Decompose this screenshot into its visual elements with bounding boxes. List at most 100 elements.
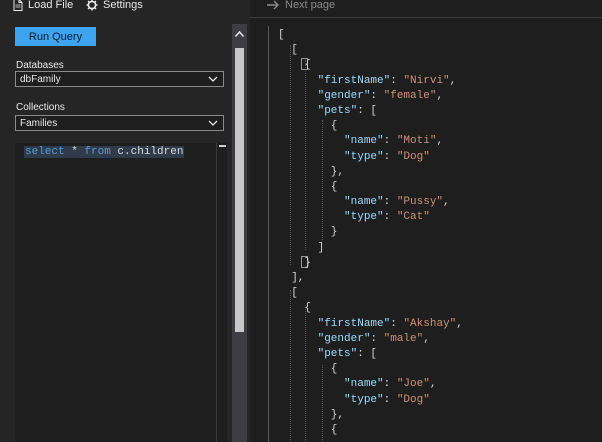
json-key: "type": [344, 393, 384, 406]
collections-value: Families: [20, 117, 58, 129]
toolbar-divider: [250, 17, 602, 18]
json-punct: :: [390, 74, 404, 87]
json-punct: [278, 196, 344, 208]
sql-text: c.children: [110, 146, 184, 158]
json-punct: {: [278, 363, 338, 376]
toolbar: Load File Settings: [0, 0, 250, 16]
json-punct: ,: [436, 135, 444, 148]
sql-keyword: select: [25, 146, 65, 158]
json-line: },: [278, 165, 463, 180]
json-line: "firstName": "Akshay",: [278, 317, 463, 332]
json-string: "Akshay": [403, 317, 457, 330]
json-line: [: [278, 28, 463, 43]
json-punct: [278, 211, 344, 223]
json-punct: }: [278, 226, 338, 239]
json-line: }: [278, 256, 463, 271]
panel-scroll-thumb[interactable]: [235, 48, 244, 332]
load-file-button[interactable]: Load File: [13, 0, 73, 12]
editor-scroll-thumb[interactable]: [219, 145, 226, 147]
json-line: },: [278, 408, 463, 423]
json-punct: :: [383, 211, 397, 224]
json-line: "name": "Moti",: [278, 134, 463, 149]
chevron-down-icon: [208, 120, 218, 126]
editor-scrollbar[interactable]: [216, 143, 227, 442]
settings-label: Settings: [103, 0, 143, 11]
json-line: [: [278, 286, 463, 301]
json-punct: [: [278, 29, 285, 41]
json-punct: },: [278, 165, 345, 178]
query-text[interactable]: select * from c.children: [24, 146, 185, 158]
collections-select[interactable]: Families: [15, 115, 224, 131]
json-key: "gender": [317, 332, 371, 345]
document-icon: [13, 0, 23, 11]
json-line: "name": "Joe",: [278, 377, 463, 392]
json-line: {: [278, 423, 463, 438]
json-line: "pets": [: [278, 104, 463, 119]
app-window: Load File Settings Run Query Databases d…: [0, 0, 602, 442]
json-punct: ,: [443, 196, 450, 209]
load-file-label: Load File: [28, 0, 74, 11]
run-query-button[interactable]: Run Query: [15, 27, 96, 46]
json-key: "pets": [317, 104, 358, 117]
json-line: ],: [278, 271, 463, 286]
json-string: "Moti": [396, 135, 437, 148]
json-punct: : [: [357, 104, 378, 117]
next-page-label: Next page: [285, 0, 336, 11]
json-line: {: [278, 58, 463, 73]
json-punct: [278, 394, 344, 406]
query-editor[interactable]: select * from c.children: [15, 143, 227, 442]
databases-label: Databases: [16, 60, 64, 71]
json-punct: [278, 318, 318, 330]
json-results[interactable]: [ [ { "firstName": "Nirvi", "gender": "f…: [278, 28, 463, 438]
json-line: }: [278, 225, 463, 240]
json-punct: {: [278, 59, 312, 72]
json-punct: ,: [449, 74, 457, 87]
next-page-button[interactable]: Next page: [266, 0, 335, 12]
json-punct: {: [278, 302, 312, 315]
json-key: "gender": [317, 89, 371, 102]
json-punct: :: [383, 150, 397, 163]
json-punct: :: [383, 393, 397, 406]
settings-button[interactable]: Settings: [86, 0, 143, 12]
json-punct: [278, 135, 344, 147]
json-punct: [278, 75, 318, 87]
json-punct: {: [278, 423, 338, 436]
json-string: "Pussy": [396, 196, 444, 209]
scroll-up-arrow-icon[interactable]: [234, 30, 245, 38]
json-line: "name": "Pussy",: [278, 195, 463, 210]
json-punct: [278, 90, 318, 102]
json-line: "pets": [: [278, 347, 463, 362]
json-punct: : [: [357, 347, 378, 360]
json-key: "type": [344, 150, 384, 163]
json-punct: :: [383, 378, 397, 391]
json-punct: [: [278, 44, 298, 57]
json-line: "type": "Dog": [278, 393, 463, 408]
json-line: "gender": "female",: [278, 89, 463, 104]
json-punct: },: [278, 408, 345, 421]
databases-select[interactable]: dbFamily: [15, 71, 224, 87]
results-border: [268, 26, 269, 442]
json-key: "firstName": [317, 74, 391, 87]
json-punct: :: [383, 135, 397, 148]
json-key: "name": [344, 196, 384, 209]
json-punct: [278, 378, 344, 390]
json-punct: :: [383, 196, 397, 209]
json-line: "gender": "male",: [278, 332, 463, 347]
panel-scrollbar[interactable]: [232, 24, 247, 442]
databases-value: dbFamily: [20, 73, 61, 85]
json-line: "firstName": "Nirvi",: [278, 74, 463, 89]
json-punct: ,: [429, 378, 437, 391]
json-punct: ],: [278, 272, 305, 284]
sql-keyword: from: [84, 146, 111, 158]
json-punct: {: [278, 120, 338, 133]
json-punct: ,: [423, 332, 430, 345]
json-punct: :: [370, 89, 384, 102]
json-line: "type": "Cat": [278, 210, 463, 225]
json-string: "female": [383, 89, 437, 102]
json-line: "type": "Dog": [278, 150, 463, 165]
json-string: "Dog": [396, 150, 430, 163]
json-line: {: [278, 301, 463, 316]
json-string: "Joe": [396, 378, 430, 391]
json-punct: [278, 105, 318, 117]
query-panel: Load File Settings Run Query Databases d…: [0, 0, 250, 442]
